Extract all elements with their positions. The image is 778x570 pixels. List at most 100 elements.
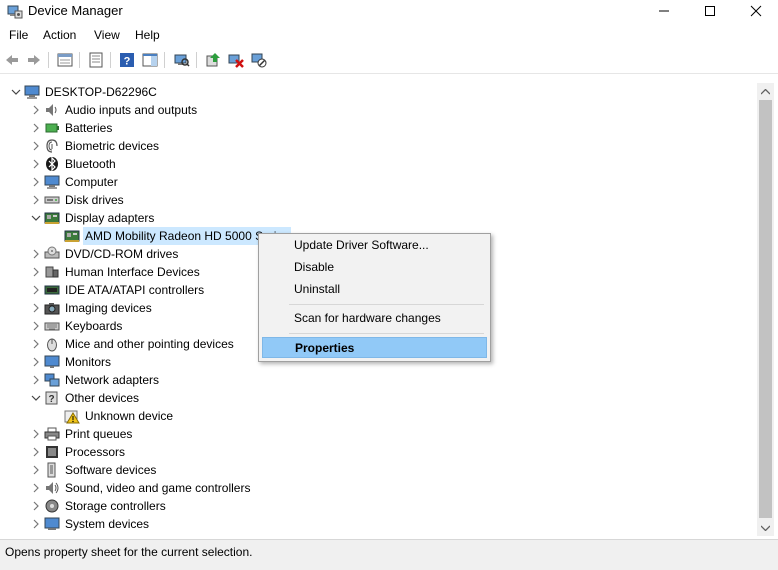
tree-category-row[interactable]: Mice and other pointing devices (28, 335, 236, 353)
tree-category-row[interactable]: Computer (28, 173, 120, 191)
status-bar: Opens property sheet for the current sel… (0, 539, 778, 570)
tree-item-label: Network adapters (65, 373, 160, 387)
tree-category-row[interactable]: IDE ATA/ATAPI controllers (28, 281, 206, 299)
window-title: Device Manager (28, 3, 123, 18)
expand-chevron-icon[interactable] (28, 461, 44, 479)
toolbar-separator (196, 52, 197, 68)
mouse-icon (44, 336, 60, 352)
expand-chevron-icon[interactable] (28, 281, 44, 299)
action-pane-icon[interactable] (141, 51, 159, 69)
scroll-down-icon[interactable] (757, 519, 774, 536)
menu-scan-hardware[interactable]: Scan for hardware changes (262, 308, 487, 329)
tree-item-label: Unknown device (85, 409, 174, 423)
toolbar-separator (164, 52, 165, 68)
menu-uninstall[interactable]: Uninstall (262, 279, 487, 300)
tree-category-row[interactable]: Batteries (28, 119, 114, 137)
tree-category-row[interactable]: Audio inputs and outputs (28, 101, 199, 119)
menu-view[interactable]: View (94, 28, 120, 42)
vertical-scrollbar[interactable] (757, 83, 774, 536)
tree-item-label: Batteries (65, 121, 113, 135)
collapse-chevron-icon[interactable] (28, 389, 44, 407)
tree-category-row[interactable]: Biometric devices (28, 137, 161, 155)
expand-chevron-icon[interactable] (28, 443, 44, 461)
tree-item-label: Software devices (65, 463, 157, 477)
expand-chevron-icon[interactable] (28, 119, 44, 137)
tree-category-row[interactable]: Display adapters (28, 209, 156, 227)
expand-chevron-icon[interactable] (28, 155, 44, 173)
warning-icon (64, 408, 80, 424)
expand-chevron-icon[interactable] (28, 515, 44, 533)
expand-chevron-icon[interactable] (28, 137, 44, 155)
tree-item-label: Monitors (65, 355, 112, 369)
disable-device-icon[interactable] (250, 51, 268, 69)
properties-pane-icon[interactable] (56, 51, 74, 69)
toolbar-separator (110, 52, 111, 68)
tree-category-row[interactable]: Print queues (28, 425, 134, 443)
display-adapter-icon (44, 210, 60, 226)
tree-category-row[interactable]: Disk drives (28, 191, 126, 209)
uninstall-device-icon[interactable] (227, 51, 245, 69)
menu-help[interactable]: Help (135, 28, 160, 42)
expand-chevron-icon[interactable] (28, 425, 44, 443)
tree-category-row[interactable]: Network adapters (28, 371, 161, 389)
minimize-button[interactable] (641, 0, 687, 22)
expand-chevron-icon[interactable] (28, 191, 44, 209)
expand-chevron-icon[interactable] (28, 335, 44, 353)
tree-category-row[interactable]: System devices (28, 515, 151, 533)
processor-icon (44, 444, 60, 460)
menu-disable[interactable]: Disable (262, 257, 487, 278)
menu-properties[interactable]: Properties (262, 337, 487, 358)
close-button[interactable] (733, 0, 778, 22)
tree-category-row[interactable]: ? Other devices (28, 389, 141, 407)
maximize-button[interactable] (687, 0, 733, 22)
forward-icon[interactable] (25, 51, 43, 69)
expand-chevron-icon[interactable] (28, 479, 44, 497)
tree-category-row[interactable]: DVD/CD-ROM drives (28, 245, 180, 263)
tree-item-label: System devices (65, 517, 150, 531)
tree-category-row[interactable]: Sound, video and game controllers (28, 479, 252, 497)
expand-chevron-icon[interactable] (28, 299, 44, 317)
tree-device-row[interactable]: AMD Mobility Radeon HD 5000 Series (48, 227, 292, 245)
help-icon[interactable]: ? (118, 51, 136, 69)
software-device-icon (44, 462, 60, 478)
scan-hardware-icon[interactable] (173, 51, 191, 69)
view-icon[interactable] (87, 51, 105, 69)
expand-chevron-icon[interactable] (28, 263, 44, 281)
tree-item-label: Mice and other pointing devices (65, 337, 234, 351)
minimize-icon (659, 10, 669, 12)
svg-text:?: ? (48, 394, 54, 405)
expand-chevron-icon[interactable] (28, 317, 44, 335)
tree-category-row[interactable]: Bluetooth (28, 155, 118, 173)
tree-root[interactable]: DESKTOP-D62296C (8, 83, 159, 101)
dvd-icon (44, 246, 60, 262)
expand-chevron-icon[interactable] (28, 173, 44, 191)
menu-file[interactable]: File (9, 28, 28, 42)
tree-category-row[interactable]: Imaging devices (28, 299, 154, 317)
network-icon (44, 372, 60, 388)
collapse-chevron-icon[interactable] (8, 83, 24, 101)
tree-category-row[interactable]: Processors (28, 443, 127, 461)
computer-icon (44, 174, 60, 190)
collapse-chevron-icon[interactable] (28, 209, 44, 227)
tree-category-row[interactable]: Software devices (28, 461, 158, 479)
tree-category-row[interactable]: Monitors (28, 353, 113, 371)
expand-chevron-icon[interactable] (28, 497, 44, 515)
scroll-up-icon[interactable] (757, 83, 774, 100)
tree-category-row[interactable]: Keyboards (28, 317, 124, 335)
tree-device-row[interactable]: Unknown device (48, 407, 175, 425)
expand-chevron-icon[interactable] (28, 101, 44, 119)
expand-chevron-icon[interactable] (28, 371, 44, 389)
sound-icon (44, 480, 60, 496)
update-driver-icon[interactable] (204, 51, 222, 69)
tree-item-label: DVD/CD-ROM drives (65, 247, 179, 261)
scrollbar-thumb[interactable] (759, 100, 772, 518)
back-icon[interactable] (3, 51, 21, 69)
expand-chevron-icon[interactable] (28, 245, 44, 263)
tree-category-row[interactable]: Storage controllers (28, 497, 168, 515)
svg-text:?: ? (124, 56, 131, 68)
menu-separator (289, 304, 484, 305)
menu-action[interactable]: Action (43, 28, 76, 42)
menu-update-driver[interactable]: Update Driver Software... (262, 235, 487, 256)
tree-category-row[interactable]: Human Interface Devices (28, 263, 202, 281)
expand-chevron-icon[interactable] (28, 353, 44, 371)
